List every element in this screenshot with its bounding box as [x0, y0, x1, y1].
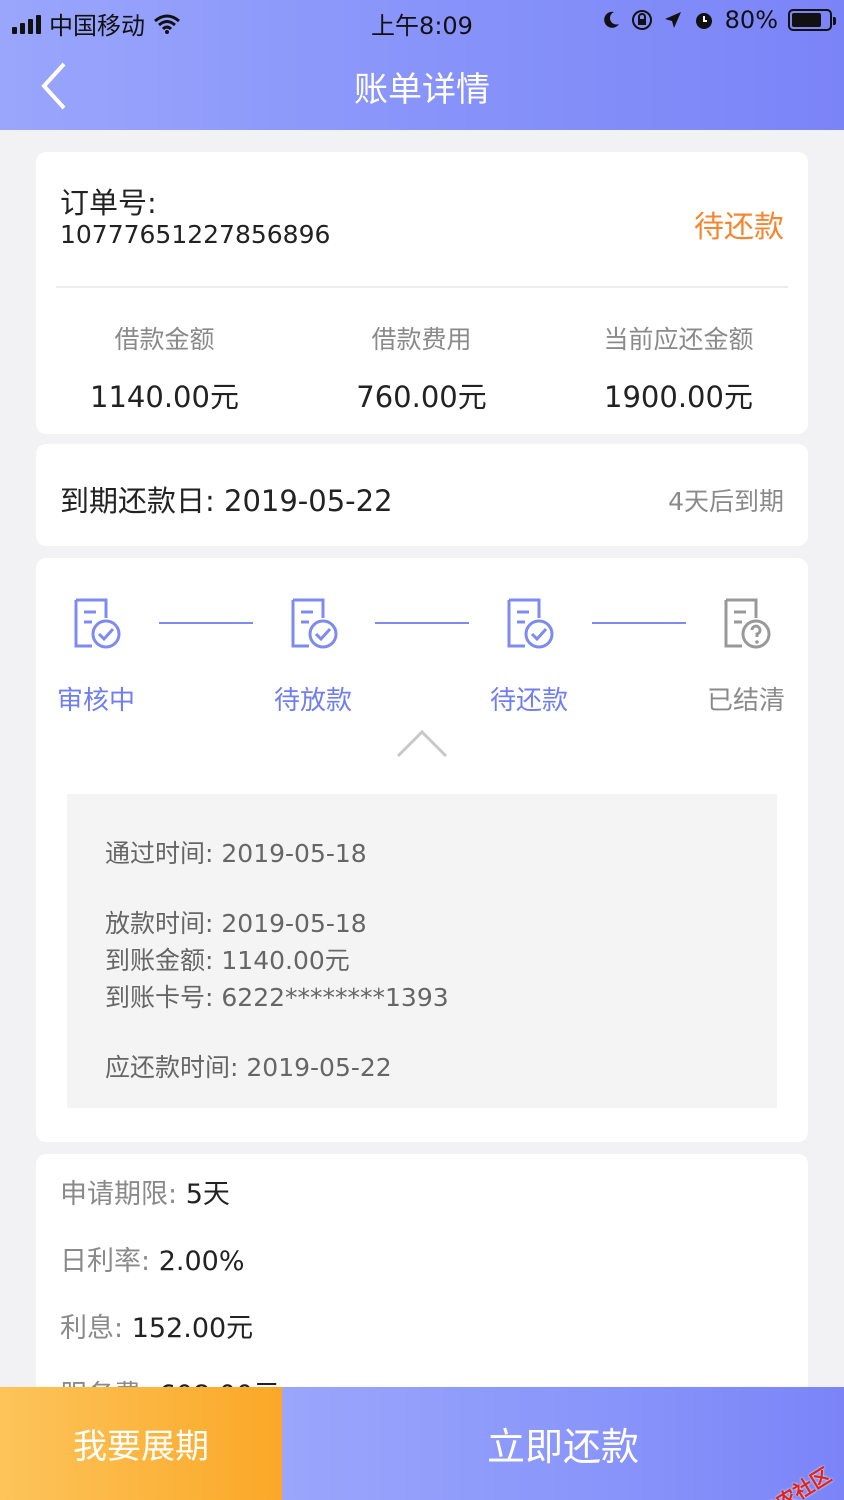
document-check-icon: [291, 598, 338, 649]
info-term: 申请期限: 5天: [60, 1172, 230, 1211]
battery-icon: [788, 9, 836, 31]
step-pending-loan: 待放款: [253, 594, 373, 717]
due-date-value: 2019-05-22: [224, 484, 393, 518]
info-label: 日利率:: [60, 1246, 151, 1277]
detail-received-amount: 到账金额: 1140.00元: [105, 941, 350, 977]
location-icon: [664, 12, 681, 28]
rotation-lock-icon: [631, 10, 652, 30]
detail-value: 6222********1393: [221, 983, 449, 1012]
collapse-button[interactable]: [396, 726, 448, 760]
detail-approve-time: 通过时间: 2019-05-18: [105, 834, 367, 870]
status-bar: 中国移动 上午8:09 80%: [0, 0, 844, 42]
amount-label: 借款费用: [371, 325, 472, 354]
amount-value: 1140.00元: [90, 380, 239, 414]
amount-label: 当前应还金额: [603, 325, 754, 354]
battery-percent: 80%: [724, 6, 778, 34]
detail-label: 应还款时间:: [105, 1053, 239, 1082]
step-label: 待放款: [273, 686, 352, 716]
info-label: 利息:: [60, 1313, 124, 1344]
step-pending-repay: 待还款: [469, 594, 589, 717]
info-interest: 利息: 152.00元: [60, 1306, 253, 1345]
status-badge: 待还款: [694, 210, 784, 245]
step-reviewing: 审核中: [36, 594, 156, 717]
detail-label: 放款时间:: [105, 909, 214, 938]
step-connector: [375, 622, 469, 624]
due-date: 到期还款日: 2019-05-22: [60, 478, 393, 520]
step-label: 审核中: [56, 686, 135, 716]
detail-value: 1140.00元: [221, 946, 350, 975]
repay-now-button[interactable]: 立即还款: [282, 1387, 844, 1500]
alarm-icon: [695, 13, 712, 29]
detail-label: 到账金额:: [105, 946, 214, 975]
status-right: 80%: [601, 6, 836, 34]
info-value: 152.00元: [131, 1313, 254, 1344]
moon-icon: [603, 11, 619, 28]
nav-bar: 账单详情: [0, 50, 844, 122]
step-connector: [159, 622, 253, 624]
document-check-icon: [74, 598, 121, 649]
detail-panel: 通过时间: 2019-05-18 放款时间: 2019-05-18 到账金额: …: [67, 794, 777, 1108]
order-label: 订单号:: [60, 186, 157, 220]
amount-current-due: 当前应还金额 1900.00元: [550, 320, 807, 416]
order-number: 10777651227856896: [60, 220, 331, 249]
document-check-icon: [507, 598, 554, 649]
page-title: 账单详情: [354, 70, 490, 110]
detail-loan-time: 放款时间: 2019-05-18: [105, 904, 367, 940]
extend-button[interactable]: 我要展期: [0, 1387, 282, 1500]
progress-card: 审核中 待放款 待还款 已结清 通过时间: 2019-05-18 放款时间: 2…: [36, 558, 808, 1142]
step-label: 待还款: [489, 686, 568, 716]
chevron-up-icon: [396, 729, 448, 758]
detail-label: 通过时间:: [105, 839, 214, 868]
info-label: 申请期限:: [60, 1179, 178, 1210]
amount-value: 1900.00元: [604, 380, 753, 414]
bottom-action-bar: 我要展期 立即还款 卡农社区: [0, 1387, 844, 1500]
divider: [56, 286, 788, 288]
step-label: 已结清: [706, 686, 785, 716]
detail-repay-time: 应还款时间: 2019-05-22: [105, 1048, 392, 1084]
detail-label: 到账卡号:: [105, 983, 214, 1012]
amount-label: 借款金额: [114, 325, 215, 354]
document-question-icon: [724, 598, 771, 649]
detail-card-number: 到账卡号: 6222********1393: [105, 978, 449, 1014]
info-value: 2.00%: [158, 1246, 245, 1277]
due-date-label: 到期还款日:: [60, 484, 215, 518]
amount-value: 760.00元: [356, 380, 487, 414]
due-date-card: 到期还款日: 2019-05-22 4天后到期: [36, 444, 808, 546]
step-connector: [592, 622, 686, 624]
amount-loan: 借款金额 1140.00元: [36, 320, 293, 416]
detail-value: 2019-05-18: [221, 839, 367, 868]
amount-fee: 借款费用 760.00元: [293, 320, 550, 416]
battery-level: [792, 13, 821, 27]
due-hint: 4天后到期: [668, 487, 784, 516]
detail-value: 2019-05-18: [221, 909, 367, 938]
info-value: 5天: [185, 1179, 230, 1210]
step-settled: 已结清: [686, 594, 806, 717]
header: 中国移动 上午8:09 80% 账单详情: [0, 0, 844, 130]
info-daily-rate: 日利率: 2.00%: [60, 1239, 244, 1278]
order-card: 订单号: 10777651227856896 待还款 借款金额 1140.00元…: [36, 152, 808, 434]
detail-value: 2019-05-22: [246, 1053, 392, 1082]
